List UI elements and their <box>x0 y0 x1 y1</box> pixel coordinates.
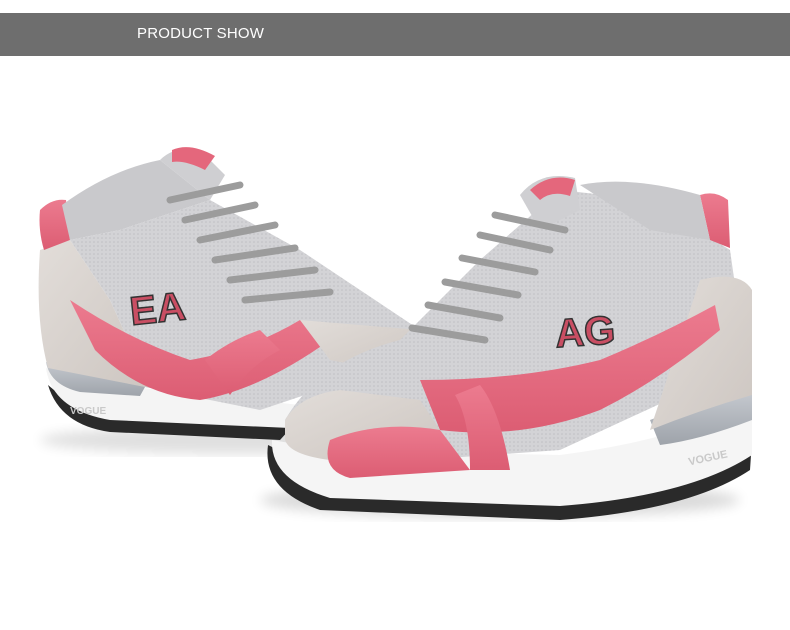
product-photo: EA VOGUE AG VOGUE <box>38 147 752 520</box>
left-shoe-logo: EA <box>128 284 188 334</box>
left-sole-text: VOGUE <box>70 406 106 417</box>
right-shoe-logo: AG <box>554 308 617 356</box>
